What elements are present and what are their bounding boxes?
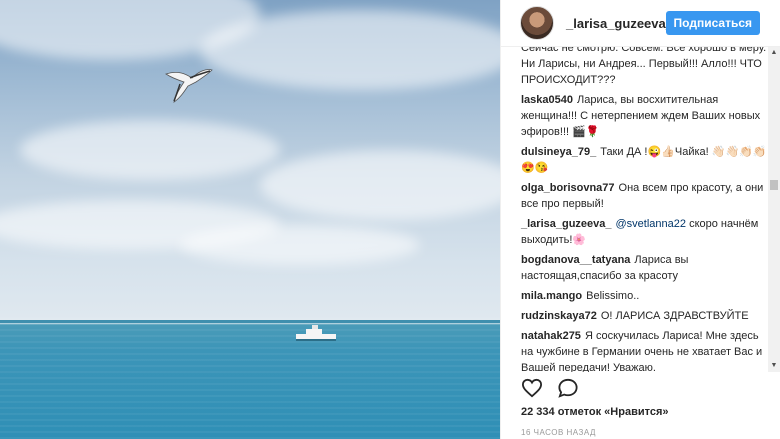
comment: dulsineya_79_ Таки ДА !😜👍🏻Чайка! 👋🏻👋🏻👏🏻👏🏻… [521,144,769,176]
comment: laska0540 Лариса, вы восхитительная женщи… [521,92,769,140]
comments-list[interactable]: Сейчас не смотрю. Совсем. Всё хорошо в м… [501,47,769,372]
scroll-up-arrow-icon[interactable]: ▲ [768,47,780,59]
instagram-post: _larisa_guzeeva_ Подписаться Сейчас не с… [0,0,780,439]
heart-icon[interactable] [521,378,543,398]
avatar[interactable] [520,6,554,40]
sea [0,323,500,439]
cloud [200,10,500,90]
post-timestamp[interactable]: 16 ЧАСОВ НАЗАД [521,428,596,437]
comment-text: Belissimo.. [586,290,640,302]
comment-author[interactable]: olga_borisovna77 [521,182,615,194]
comment: olga_borisovna77 Она всем про красоту, а … [521,180,769,212]
comment-author[interactable]: rudzinskaya72 [521,310,597,322]
cloud [180,225,420,265]
comments-scrollbar[interactable]: ▲ ▼ [768,47,780,372]
comment-author[interactable]: _larisa_guzeeva_ [521,218,612,230]
comment-author[interactable]: natahak275 [521,330,581,342]
comment-text: Сейчас не смотрю. Совсем. Всё хорошо в м… [521,47,767,86]
comment-author[interactable]: laska0540 [521,94,573,106]
seagull-icon [165,69,213,103]
post-header: _larisa_guzeeva_ Подписаться [501,0,780,47]
cloud [260,150,500,220]
post-sidebar: _larisa_guzeeva_ Подписаться Сейчас не с… [500,0,780,439]
comment-author[interactable]: bogdanova__tatyana [521,254,630,266]
comment-author[interactable]: mila.mango [521,290,582,302]
comment-icon[interactable] [557,378,579,398]
scrollbar-thumb[interactable] [770,180,778,190]
comment-mention[interactable]: @svetlanna22 [616,218,687,230]
comment: rudzinskaya72 О! ЛАРИСА ЗДРАВСТВУЙТЕ [521,308,769,324]
cloud [20,120,280,180]
comment: Сейчас не смотрю. Совсем. Всё хорошо в м… [521,47,769,88]
comment: natahak275 Я соскучилась Лариса! Мне здес… [521,328,769,372]
comment: _larisa_guzeeva_ @svetlanna22 скоро начнё… [521,216,769,248]
comment: mila.mango Belissimo.. [521,288,769,304]
post-actions [521,378,579,398]
comment-text: О! ЛАРИСА ЗДРАВСТВУЙТЕ [600,310,749,322]
comment: bogdanova__tatyana Лариса вы настоящая,сп… [521,252,769,284]
follow-button[interactable]: Подписаться [665,11,760,35]
scroll-down-arrow-icon[interactable]: ▼ [768,360,780,372]
post-photo[interactable] [0,0,500,439]
comment-author[interactable]: dulsineya_79_ [521,146,596,158]
username[interactable]: _larisa_guzeeva_ [566,16,673,31]
boat-icon [296,325,336,341]
likes-count[interactable]: 22 334 отметок «Нравится» [521,406,669,418]
